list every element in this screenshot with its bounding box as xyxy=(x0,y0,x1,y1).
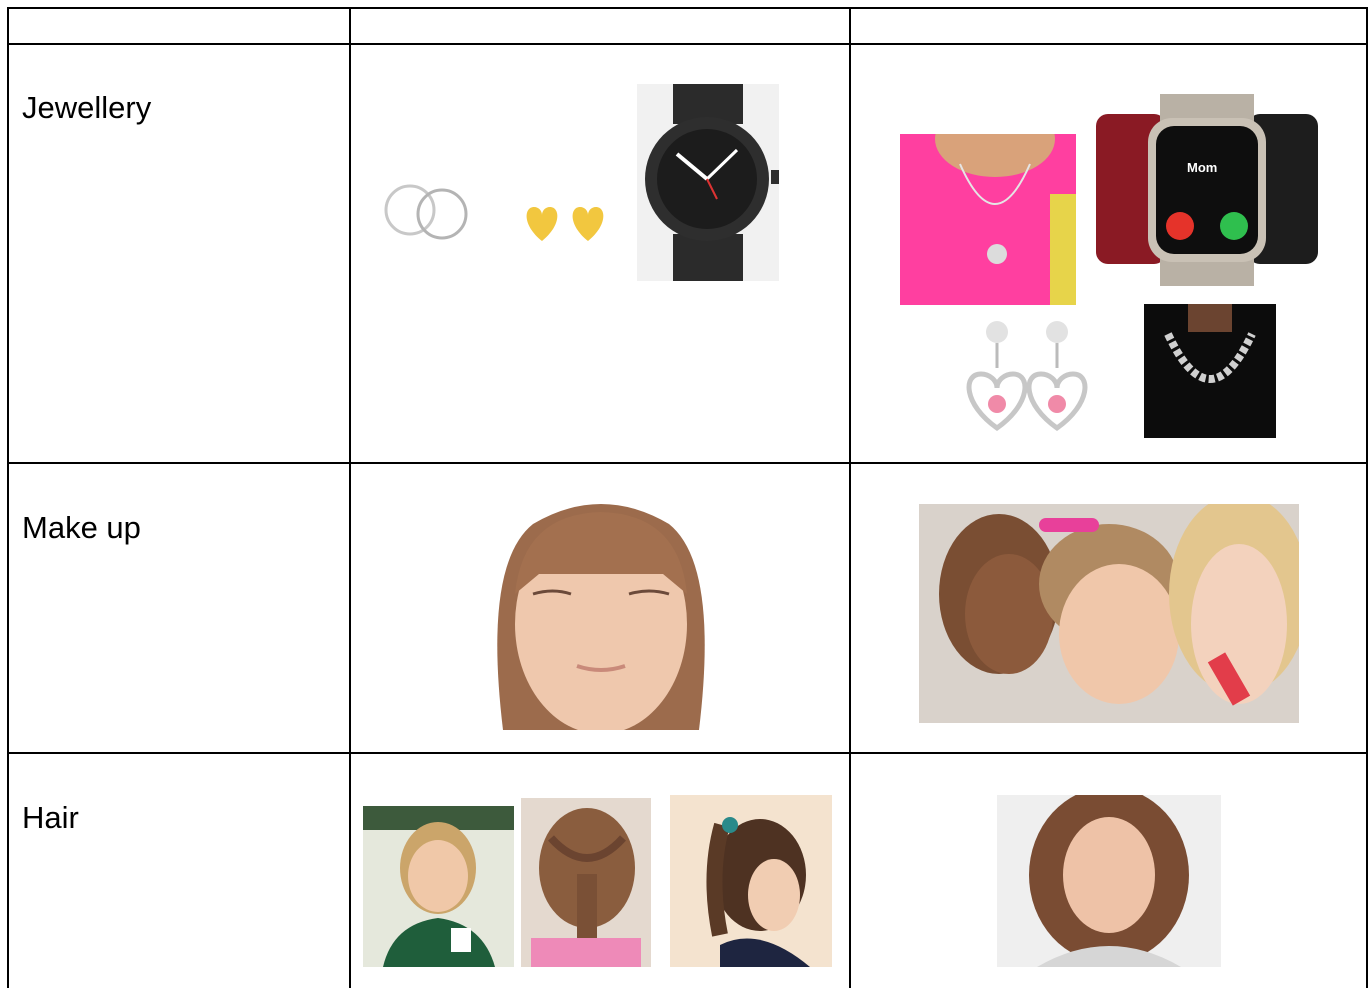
silver-chain-necklace-image xyxy=(1144,304,1276,438)
table-divider-col-2 xyxy=(849,7,851,988)
high-ponytail-image xyxy=(670,795,832,967)
black-watch-image xyxy=(637,84,779,281)
smart-watch-caller-text: Mom xyxy=(1187,160,1218,175)
silver-hoop-earrings-image xyxy=(380,180,476,242)
row-label-hair: Hair xyxy=(22,800,79,835)
table-row-divider-2 xyxy=(7,752,1368,754)
pink-heart-drop-earrings-image xyxy=(953,318,1095,436)
smart-watches-image xyxy=(1096,94,1318,286)
table-border-left xyxy=(7,7,9,988)
girl-pendant-necklace-image xyxy=(900,134,1076,305)
table-border-right xyxy=(1366,7,1368,988)
table-row-divider-1 xyxy=(7,462,1368,464)
table-divider-col-1 xyxy=(349,7,351,988)
girl-no-makeup-image xyxy=(473,504,729,730)
braided-half-up-ponytail-image xyxy=(521,798,651,967)
gold-heart-studs-image xyxy=(520,203,612,245)
girls-applying-makeup-image xyxy=(919,504,1299,723)
table-row-divider-header xyxy=(7,43,1368,45)
row-label-make-up: Make up xyxy=(22,510,141,545)
girl-long-hair-uniform-image xyxy=(363,806,514,967)
girl-loose-messy-hair-image xyxy=(997,795,1221,967)
row-label-jewellery: Jewellery xyxy=(22,90,152,125)
table-border-top xyxy=(7,7,1368,9)
